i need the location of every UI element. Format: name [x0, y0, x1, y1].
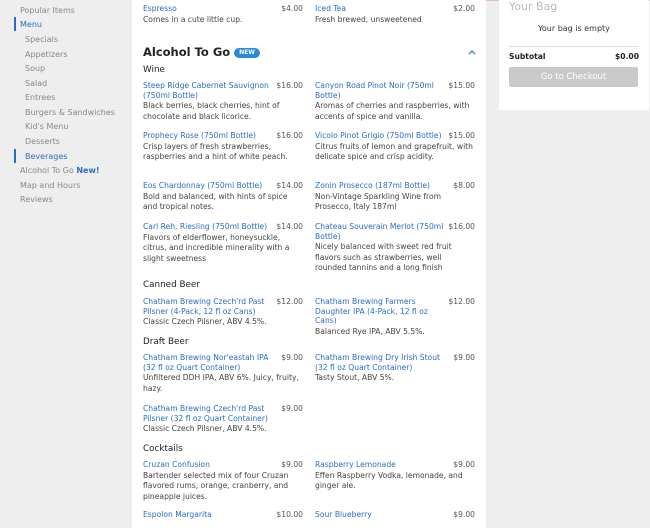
item-description: Aromas of cherries and raspberries, with… — [315, 101, 470, 121]
menu-item[interactable]: Vicolo Pinot Grigio (750ml Bottle) $15.0… — [315, 131, 475, 163]
item-name: Cruzan Confusion — [143, 460, 210, 469]
nav-new-label: New! — [76, 166, 100, 175]
item-name: Chatham Brewing Nor'eastah IPA (32 fl oz… — [143, 353, 269, 372]
item-description: Black berries, black cherries, hint of c… — [143, 101, 280, 121]
menu-item-iced-tea[interactable]: Iced Tea $2.00 Fresh brewed, unsweetened — [315, 4, 475, 25]
item-description: Balanced Rye IPA, ABV 5.5%. — [315, 326, 425, 336]
item-description: Classic Czech Pilsner, ABV 4.5%. — [143, 424, 267, 433]
item-name: Chatham Brewing Czech'rd Past Pilsner (3… — [143, 404, 268, 423]
item-price: $16.00 — [448, 222, 475, 231]
nav-beverages[interactable]: Beverages — [25, 152, 67, 161]
item-price: $15.00 — [448, 81, 475, 90]
item-price: $12.00 — [276, 297, 303, 306]
menu-item[interactable]: Chatham Brewing Czech'rd Past Pilsner (3… — [143, 404, 303, 435]
item-description: Effen Raspberry Vodka, lemonade, and gin… — [315, 470, 463, 491]
chevron-up-icon[interactable] — [467, 47, 477, 57]
bag-title: Your Bag — [509, 0, 558, 13]
nav-appetizers[interactable]: Appetizers — [25, 50, 68, 59]
section-title-text: Alcohol To Go — [143, 45, 231, 59]
item-name: Sour Blueberry — [315, 510, 372, 519]
item-price: $2.00 — [453, 4, 475, 13]
menu-item[interactable]: Chateau Souverain Merlot (750ml Bottle) … — [315, 222, 475, 274]
nav-alcohol-label: Alcohol To Go — [20, 166, 74, 175]
item-description: Classic Czech Pilsner, ABV 4.5%. — [143, 317, 267, 326]
item-price: $9.00 — [453, 353, 475, 362]
checkout-button[interactable]: Go to Checkout — [509, 67, 638, 87]
item-description: Flavors of elderflower, honeysuckle, cit… — [143, 232, 290, 263]
nav-salad[interactable]: Salad — [25, 79, 47, 88]
shopping-bag-panel: Your Bag Your bag is empty Subtotal $0.0… — [499, 0, 649, 110]
nav-active-indicator — [14, 17, 16, 31]
subtotal-value: $0.00 — [614, 52, 639, 61]
nav-specials[interactable]: Specials — [25, 35, 58, 44]
menu-item[interactable]: Canyon Road Pinot Noir (750ml Bottle) $1… — [315, 81, 475, 122]
item-price: $9.00 — [281, 460, 303, 469]
item-name: Chatham Brewing Dry Irish Stout (32 fl o… — [315, 353, 440, 372]
menu-item[interactable]: Zonin Prosecco (187ml Bottle) $8.00 Non-… — [315, 181, 475, 213]
menu-item[interactable]: Cruzan Confusion $9.00 Bartender selecte… — [143, 460, 303, 502]
item-name: Zonin Prosecco (187ml Bottle) — [315, 181, 431, 190]
bag-empty-message: Your bag is empty — [538, 24, 610, 33]
item-description: Non-Vintage Sparkling Wine from Prosecco… — [315, 191, 442, 212]
nav-popular-items[interactable]: Popular Items — [20, 6, 75, 15]
nav-map-hours[interactable]: Map and Hours — [20, 181, 80, 190]
item-price: $16.00 — [276, 131, 303, 140]
menu-item[interactable]: Chatham Brewing Farmers Daughter IPA (4-… — [315, 297, 475, 337]
item-name: Iced Tea — [315, 4, 346, 13]
item-price: $4.00 — [281, 4, 303, 13]
item-price: $9.00 — [281, 404, 303, 413]
item-name: Raspberry Lemonade — [315, 460, 396, 469]
menu-item[interactable]: Raspberry Lemonade $9.00 Effen Raspberry… — [315, 460, 475, 492]
item-description: Comes in a cute little cup. — [143, 14, 243, 24]
nav-desserts[interactable]: Desserts — [25, 137, 60, 146]
menu-item-espresso[interactable]: Espresso $4.00 Comes in a cute little cu… — [143, 4, 303, 25]
nav-entrees[interactable]: Entrees — [25, 93, 55, 102]
subhead-canned-beer: Canned Beer — [143, 280, 200, 290]
section-title: Alcohol To Go NEW — [143, 45, 260, 59]
menu-item[interactable]: Chatham Brewing Dry Irish Stout (32 fl o… — [315, 353, 475, 384]
item-description: Crisp layers of fresh strawberries, rasp… — [143, 141, 288, 162]
item-description: Fresh brewed, unsweetened — [315, 14, 422, 24]
item-description: Tasty Stout, ABV 5%. — [315, 373, 395, 382]
item-description: Bold and balanced, with hints of spice a… — [143, 191, 288, 212]
nav-kids-menu[interactable]: Kid's Menu — [25, 122, 68, 131]
item-name: Espresso — [143, 4, 177, 13]
subhead-wine: Wine — [143, 65, 165, 75]
subhead-draft-beer: Draft Beer — [143, 337, 189, 347]
nav-soup[interactable]: Soup — [25, 64, 45, 73]
nav-menu[interactable]: Menu — [20, 20, 42, 29]
menu-item[interactable]: Prophecy Rose (750ml Bottle) $16.00 Cris… — [143, 131, 303, 163]
menu-item[interactable]: Chatham Brewing Nor'eastah IPA (32 fl oz… — [143, 353, 303, 394]
item-description: Citrus fruits of lemon and grapefruit, w… — [315, 141, 473, 162]
menu-item[interactable]: Eos Chardonnay (750ml Bottle) $14.00 Bol… — [143, 181, 303, 213]
menu-content: Espresso $4.00 Comes in a cute little cu… — [132, 0, 486, 528]
new-badge: NEW — [234, 47, 260, 58]
category-nav: Popular Items Menu Specials Appetizers S… — [0, 0, 132, 528]
item-price: $14.00 — [276, 181, 303, 190]
nav-sub-active-indicator — [14, 149, 16, 163]
menu-item[interactable]: Chatham Brewing Czech'rd Past Pilsner (4… — [143, 297, 303, 328]
item-price: $14.00 — [276, 222, 303, 231]
menu-item[interactable]: Steep Ridge Cabernet Sauvignon (750ml Bo… — [143, 81, 303, 122]
subhead-cocktails: Cocktails — [143, 444, 183, 454]
item-price: $15.00 — [448, 131, 475, 140]
item-description: Unfiltered DDH IPA, ABV 6%. Juicy, fruit… — [143, 373, 299, 393]
item-price: $8.00 — [453, 181, 475, 190]
item-price: $10.00 — [276, 510, 303, 519]
item-description: Bartender selected mix of four Cruzan fl… — [143, 470, 289, 501]
bag-divider — [509, 46, 639, 47]
nav-burgers-sandwiches[interactable]: Burgers & Sandwiches — [25, 108, 115, 117]
menu-item[interactable]: Espolon Margarita $10.00 — [143, 510, 303, 520]
item-price: $12.00 — [448, 297, 475, 306]
item-price: $9.00 — [453, 460, 475, 469]
item-price: $16.00 — [276, 81, 303, 90]
item-price: $9.00 — [453, 510, 475, 519]
nav-reviews[interactable]: Reviews — [20, 195, 53, 204]
menu-item[interactable]: Sour Blueberry $9.00 — [315, 510, 475, 520]
item-price: $9.00 — [281, 353, 303, 362]
subtotal-label: Subtotal — [509, 52, 546, 61]
menu-item[interactable]: Carl Reh, Riesling (750ml Bottle) $14.00… — [143, 222, 303, 264]
item-description: Nicely balanced with sweet red fruit fla… — [315, 242, 452, 272]
nav-alcohol-to-go[interactable]: Alcohol To Go New! — [20, 166, 100, 175]
